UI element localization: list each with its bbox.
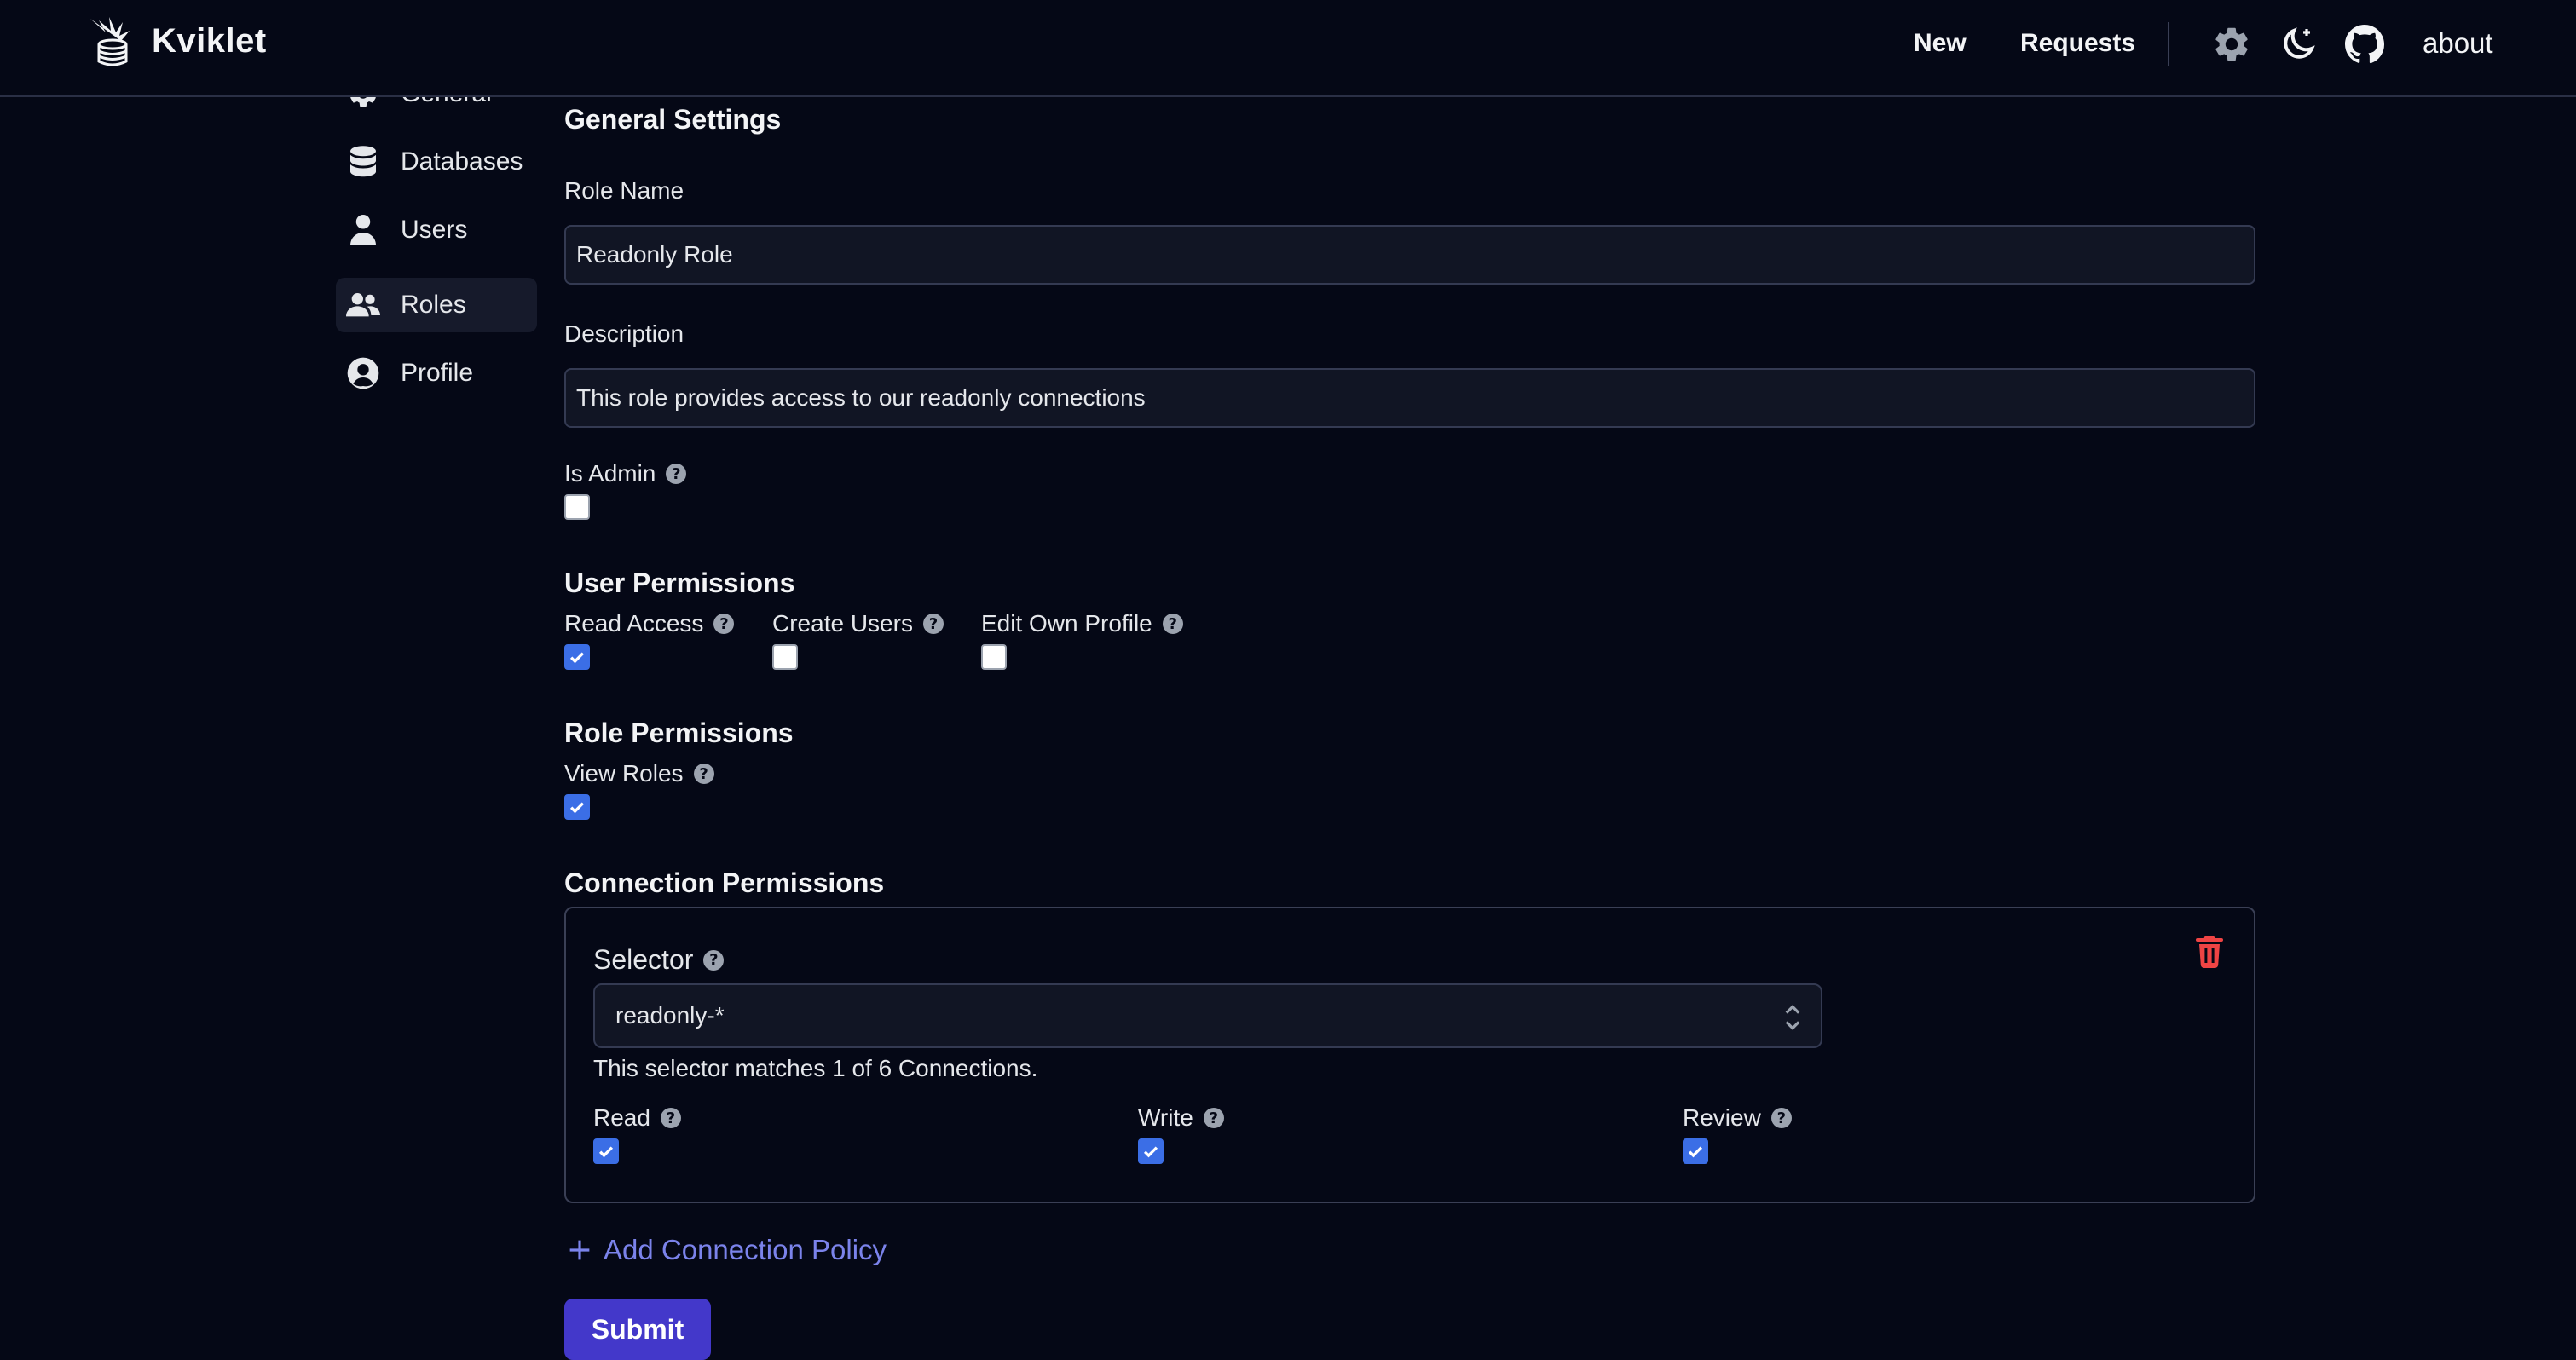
description-input[interactable]	[564, 368, 2255, 428]
role-name-input[interactable]	[564, 225, 2255, 285]
description-label: Description	[564, 320, 684, 348]
selector-dropdown[interactable]: readonly-*	[593, 983, 1822, 1048]
is-admin-checkbox[interactable]	[564, 494, 590, 520]
read-access-label-text: Read Access	[564, 610, 704, 637]
database-icon	[346, 145, 380, 179]
selector-label: Selector ?	[593, 944, 725, 976]
selector-label-text: Selector	[593, 944, 694, 975]
help-icon[interactable]: ?	[922, 614, 944, 634]
user-icon	[346, 213, 380, 247]
trash-icon[interactable]	[2196, 936, 2223, 968]
nav-new-link[interactable]: New	[1914, 29, 1967, 58]
sidebar-item-label: Users	[401, 216, 468, 244]
sidebar-item-label: Profile	[401, 359, 474, 387]
view-roles-checkbox[interactable]	[564, 794, 590, 820]
submit-button[interactable]: Submit	[564, 1299, 711, 1360]
help-icon[interactable]: ?	[713, 614, 735, 634]
review-permission-label-text: Review	[1683, 1104, 1761, 1131]
add-connection-policy-label: Add Connection Policy	[604, 1234, 887, 1265]
sidebar-item-databases[interactable]: Databases	[336, 135, 537, 189]
help-icon[interactable]: ?	[1162, 614, 1183, 634]
read-permission-label: Read ?	[593, 1104, 681, 1132]
checkmark-icon	[569, 652, 585, 664]
kviklet-logo-icon	[90, 17, 130, 66]
plus-icon	[569, 1240, 590, 1260]
checkmark-icon	[1143, 1146, 1158, 1158]
create-users-checkbox[interactable]	[772, 644, 798, 670]
edit-own-profile-checkbox[interactable]	[981, 644, 1007, 670]
app-name: Kviklet	[152, 21, 267, 60]
sidebar-item-label: Databases	[401, 147, 523, 176]
general-settings-heading: General Settings	[564, 104, 782, 135]
read-access-checkbox[interactable]	[564, 644, 590, 670]
user-circle-icon	[346, 356, 380, 390]
view-roles-label: View Roles ?	[564, 760, 714, 787]
selector-value: readonly-*	[615, 1002, 725, 1029]
help-icon[interactable]: ?	[666, 464, 687, 484]
connection-permissions-heading: Connection Permissions	[564, 867, 885, 898]
sidebar-item-roles[interactable]: Roles	[336, 278, 537, 332]
about-link[interactable]: about	[2423, 27, 2493, 60]
connection-policy-card: Selector ? readonly-* This selector matc…	[564, 907, 2255, 1203]
write-permission-checkbox[interactable]	[1138, 1138, 1164, 1164]
brand[interactable]: Kviklet	[84, 14, 267, 68]
write-permission-label-text: Write	[1138, 1104, 1193, 1131]
gear-icon[interactable]	[2211, 24, 2252, 65]
nav-requests-link[interactable]: Requests	[2020, 29, 2135, 58]
github-icon[interactable]	[2344, 24, 2385, 65]
chevron-up-down-icon	[1785, 1005, 1800, 1030]
help-icon[interactable]: ?	[1770, 1108, 1792, 1128]
role-name-label: Role Name	[564, 177, 684, 205]
write-permission-label: Write ?	[1138, 1104, 1224, 1132]
create-users-label: Create Users ?	[772, 610, 944, 637]
sidebar-item-profile[interactable]: Profile	[336, 346, 537, 401]
moon-icon[interactable]	[2278, 24, 2319, 65]
role-permissions-heading: Role Permissions	[564, 717, 794, 748]
edit-own-profile-label-text: Edit Own Profile	[981, 610, 1152, 637]
help-icon[interactable]: ?	[693, 764, 714, 784]
checkmark-icon	[569, 802, 585, 814]
view-roles-label-text: View Roles	[564, 760, 684, 787]
create-users-label-text: Create Users	[772, 610, 913, 637]
help-icon[interactable]: ?	[1203, 1108, 1224, 1128]
read-access-label: Read Access ?	[564, 610, 735, 637]
description-label-text: Description	[564, 320, 684, 347]
review-permission-checkbox[interactable]	[1683, 1138, 1708, 1164]
edit-own-profile-label: Edit Own Profile ?	[981, 610, 1183, 637]
top-navigation-bar: Kviklet New Requests about	[0, 0, 2576, 97]
selector-match-text: This selector matches 1 of 6 Connections…	[593, 1055, 1038, 1081]
is-admin-label: Is Admin ?	[564, 460, 687, 487]
help-icon[interactable]: ?	[660, 1108, 681, 1128]
add-connection-policy-link[interactable]: Add Connection Policy	[568, 1234, 887, 1266]
is-admin-label-text: Is Admin	[564, 460, 656, 487]
nav-divider	[2168, 22, 2169, 66]
checkmark-icon	[1688, 1146, 1703, 1158]
users-icon	[346, 288, 380, 322]
role-name-label-text: Role Name	[564, 177, 684, 204]
help-icon[interactable]: ?	[703, 949, 725, 971]
read-permission-label-text: Read	[593, 1104, 650, 1131]
sidebar-item-users[interactable]: Users	[336, 203, 537, 257]
checkmark-icon	[598, 1146, 614, 1158]
read-permission-checkbox[interactable]	[593, 1138, 619, 1164]
review-permission-label: Review ?	[1683, 1104, 1792, 1132]
sidebar-item-label: Roles	[401, 291, 466, 319]
user-permissions-heading: User Permissions	[564, 568, 795, 598]
